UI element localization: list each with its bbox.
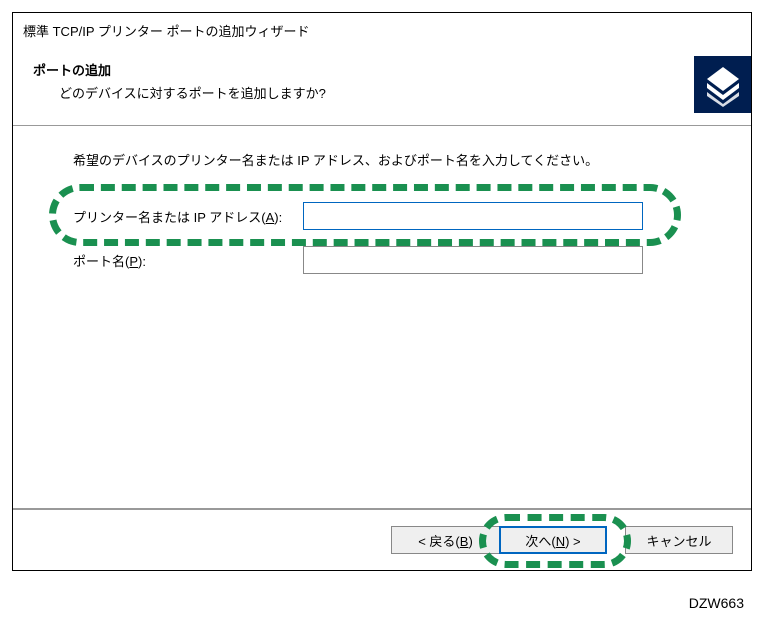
wizard-footer: < 戻る(B) 次へ(N) > キャンセル bbox=[13, 509, 751, 570]
next-key: N bbox=[556, 534, 565, 549]
address-label-key: A bbox=[266, 210, 275, 225]
header-subtitle: どのデバイスに対するポートを追加しますか? bbox=[23, 83, 326, 102]
port-label-post: ): bbox=[138, 254, 146, 269]
back-pre: < 戻る( bbox=[418, 534, 460, 549]
wizard-title: 標準 TCP/IP プリンター ポートの追加ウィザード bbox=[13, 13, 751, 48]
address-label-pre: プリンター名または IP アドレス( bbox=[73, 210, 266, 225]
port-label-key: P bbox=[129, 254, 138, 269]
address-label: プリンター名または IP アドレス(A): bbox=[73, 207, 303, 226]
wizard-dialog: 標準 TCP/IP プリンター ポートの追加ウィザード ポートの追加 どのデバイ… bbox=[12, 12, 752, 571]
address-input[interactable] bbox=[303, 202, 643, 230]
nav-button-group: < 戻る(B) 次へ(N) > bbox=[391, 526, 607, 554]
port-label: ポート名(P): bbox=[73, 251, 303, 270]
header-text: ポートの追加 どのデバイスに対するポートを追加しますか? bbox=[23, 56, 326, 102]
next-pre: 次へ( bbox=[525, 534, 555, 549]
back-button[interactable]: < 戻る(B) bbox=[391, 526, 499, 554]
address-row: プリンター名または IP アドレス(A): bbox=[73, 201, 715, 231]
back-post: ) bbox=[468, 534, 472, 549]
image-id-label: DZW663 bbox=[689, 595, 744, 611]
port-input[interactable] bbox=[303, 246, 643, 274]
address-label-post: ): bbox=[274, 210, 282, 225]
cancel-button[interactable]: キャンセル bbox=[625, 526, 733, 554]
header-title: ポートの追加 bbox=[23, 60, 326, 79]
next-button[interactable]: 次へ(N) > bbox=[499, 526, 607, 554]
port-label-pre: ポート名( bbox=[73, 254, 129, 269]
port-row: ポート名(P): bbox=[73, 245, 715, 275]
printer-port-icon bbox=[694, 56, 751, 113]
instruction-text: 希望のデバイスのプリンター名または IP アドレス、およびポート名を入力してくだ… bbox=[73, 150, 715, 169]
wizard-header: ポートの追加 どのデバイスに対するポートを追加しますか? bbox=[13, 48, 751, 125]
next-post: ) > bbox=[565, 534, 581, 549]
wizard-content: 希望のデバイスのプリンター名または IP アドレス、およびポート名を入力してくだ… bbox=[13, 126, 751, 508]
